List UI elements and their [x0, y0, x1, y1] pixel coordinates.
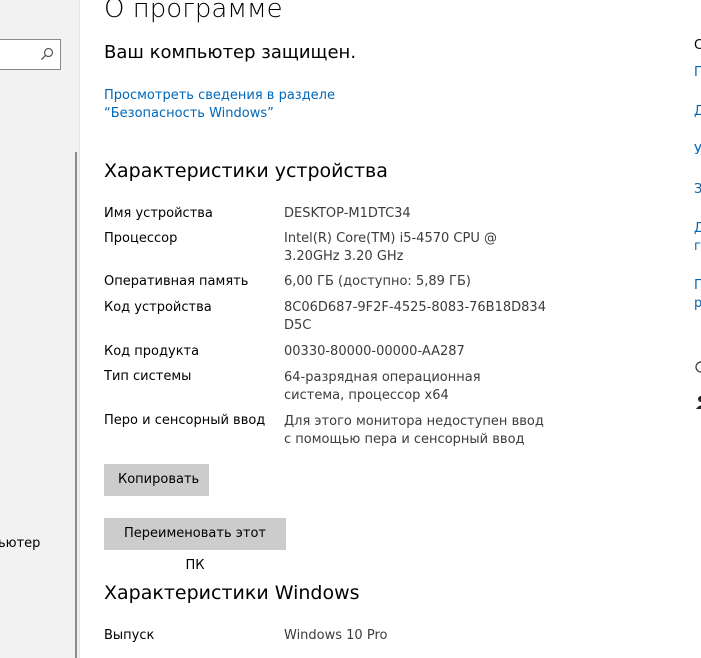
- security-details-link[interactable]: Просмотреть сведения в разделе “Безопасн…: [104, 87, 434, 123]
- search-input[interactable]: [0, 39, 61, 70]
- spec-label-device-id: Код устройства: [104, 300, 212, 315]
- rename-pc-button[interactable]: Переименовать этот ПК: [104, 518, 286, 573]
- spec-label-system-type: Тип системы: [104, 369, 192, 384]
- related-link-5[interactable]: Д: [694, 221, 701, 237]
- related-link-5b[interactable]: г: [694, 239, 701, 255]
- related-heading: С: [694, 38, 701, 53]
- spec-value-device-id: 8C06D687-9F2F-4525-8083-76B18D834D5C: [284, 300, 546, 333]
- related-link-1[interactable]: П: [694, 65, 701, 81]
- spec-value-ram: 6,00 ГБ (доступно: 5,89 ГБ): [284, 274, 471, 289]
- spec-label-edition: Выпуск: [104, 628, 155, 643]
- spec-label-processor: Процессор: [104, 231, 178, 246]
- search-icon[interactable]: [40, 47, 54, 61]
- spec-value-processor: Intel(R) Core(TM) i5-4570 CPU @ 3.20GHz …: [284, 231, 497, 264]
- spec-value-edition: Windows 10 Pro: [284, 628, 388, 643]
- related-settings-column: С П Д У З Д г П р: [694, 0, 701, 658]
- page-title: О программе: [104, 0, 283, 24]
- related-link-6[interactable]: П: [694, 278, 701, 294]
- sidebar-item-computer[interactable]: ьютер: [0, 536, 40, 551]
- related-link-3[interactable]: У: [694, 143, 701, 159]
- protection-status: Ваш компьютер защищен.: [104, 42, 357, 63]
- copy-button[interactable]: Копировать: [104, 464, 209, 496]
- spec-label-product-id: Код продукта: [104, 344, 200, 359]
- device-specs-title: Характеристики устройства: [104, 160, 388, 182]
- feedback-icon[interactable]: [694, 394, 701, 415]
- spec-label-device-name: Имя устройства: [104, 206, 213, 221]
- spec-value-device-name: DESKTOP-M1DTC34: [284, 206, 411, 221]
- windows-specs-title: Характеристики Windows: [104, 582, 360, 604]
- spec-label-pen-touch: Перо и сенсорный ввод: [104, 413, 266, 428]
- related-link-2[interactable]: Д: [694, 104, 701, 120]
- spec-value-system-type: 64-разрядная операционная система, проце…: [284, 370, 481, 403]
- settings-sidebar: ьютер: [0, 0, 80, 658]
- help-icon[interactable]: [694, 360, 701, 379]
- spec-label-ram: Оперативная память: [104, 274, 249, 289]
- sidebar-scrollbar[interactable]: [75, 152, 77, 658]
- related-link-6b[interactable]: р: [694, 296, 701, 312]
- related-link-4[interactable]: З: [694, 182, 701, 198]
- spec-value-product-id: 00330-80000-00000-AA287: [284, 344, 465, 359]
- spec-value-pen-touch: Для этого монитора недоступен ввод с пом…: [284, 414, 544, 447]
